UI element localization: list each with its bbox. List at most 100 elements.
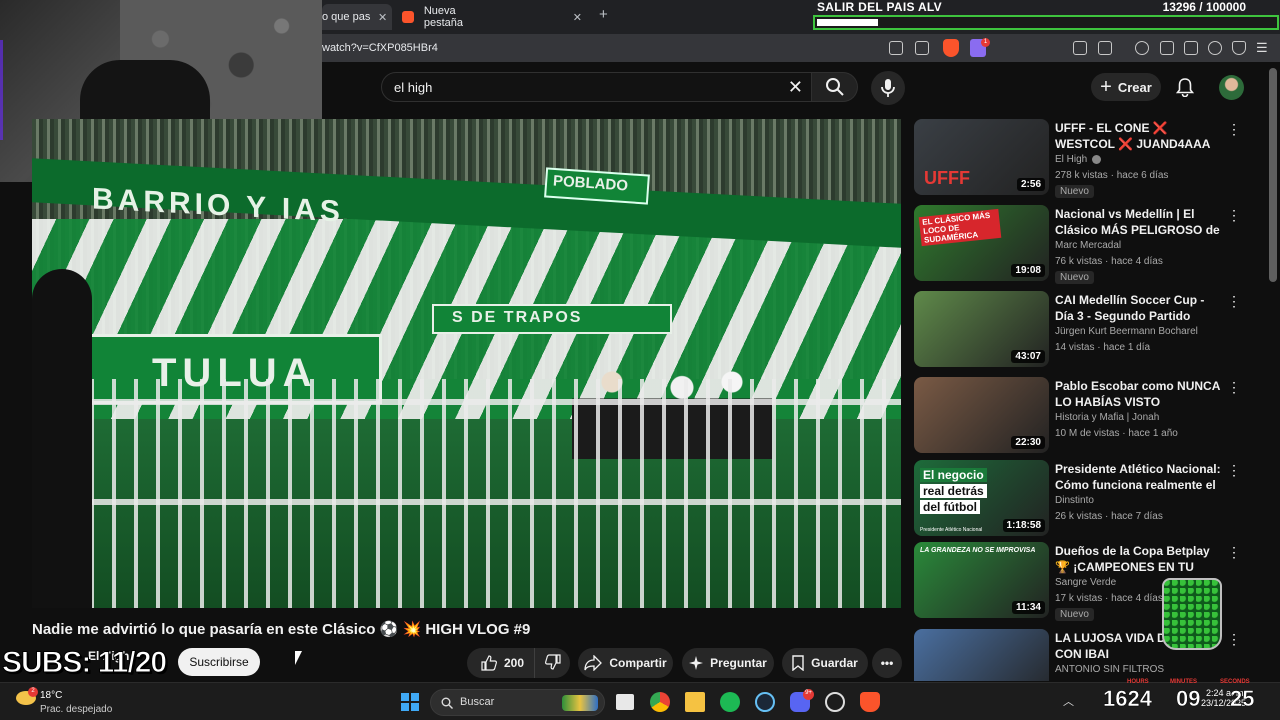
like-button[interactable]: 200 (467, 648, 535, 678)
share-button[interactable]: Compartir (578, 648, 673, 678)
video-title: Presidente Atlético Nacional: Cómo funci… (1055, 462, 1221, 492)
search-input[interactable]: el high (394, 80, 432, 95)
music-icon[interactable] (1135, 41, 1149, 55)
ask-label: Preguntar (710, 656, 767, 670)
video-meta: 17 k vistas · hace 4 días (1055, 593, 1163, 604)
more-actions-button[interactable]: ••• (872, 648, 902, 678)
search-icon (826, 78, 844, 96)
obs-icon[interactable] (825, 692, 845, 712)
tab-title: Nueva pestaña (423, 5, 463, 29)
save-button[interactable]: Guardar (782, 648, 868, 678)
new-badge: Nuevo (1055, 271, 1094, 284)
goal-overlay: SALIR DEL PAIS ALV 13296 / 100000 (813, 0, 1280, 33)
url-field[interactable]: watch?v=CfXP085HBr4 (322, 42, 438, 54)
more-vertical-icon[interactable]: ⋮ (1227, 207, 1241, 224)
more-vertical-icon[interactable]: ⋮ (1227, 293, 1241, 310)
person-foreground (32, 269, 92, 608)
thumbnail[interactable]: EL CLÁSICO MÁS LOCO DE SUDAMÉRICA 19:08 (914, 205, 1049, 281)
weather-badge: 2 (28, 687, 38, 697)
account-avatar[interactable] (1219, 75, 1244, 100)
extensions-icon[interactable] (1073, 41, 1087, 55)
thumbs-up-icon (481, 655, 497, 671)
recommendation-item[interactable]: 43:07 CAI Medellín Soccer Cup - Día 3 - … (914, 291, 1254, 369)
thumbnail[interactable]: LA GRANDEZA NO SE IMPROVISA 11:34 (914, 542, 1049, 618)
thumbnail-text: El negocio (920, 468, 987, 482)
thumbnail[interactable]: 43:07 (914, 291, 1049, 367)
recommendation-item[interactable]: EL CLÁSICO MÁS LOCO DE SUDAMÉRICA 19:08 … (914, 205, 1254, 284)
chrome-icon[interactable] (650, 692, 670, 712)
screenshot-icon[interactable] (1098, 41, 1112, 55)
taskbar-search[interactable]: Buscar (430, 689, 605, 716)
wallet-icon[interactable] (1184, 41, 1198, 55)
thumbnail[interactable]: UFFF 2:56 (914, 119, 1049, 195)
recommendation-item[interactable]: 22:30 Pablo Escobar como NUNCA LO HABÍAS… (914, 377, 1254, 455)
screen: o que pasó ✕ Nueva pestaña ✕ + SALIR DEL… (0, 0, 1280, 720)
thumbnail-text: real detrás (920, 484, 987, 498)
subs-overlay: SUBS: 11/20 (1, 646, 167, 680)
thumbnail[interactable]: 22:30 (914, 377, 1049, 453)
goal-count: 13296 / 100000 (1162, 0, 1246, 14)
notification-badge: 1 (981, 38, 990, 47)
subscribe-button[interactable]: Suscribirse (178, 648, 260, 676)
goal-progress-fill (817, 19, 878, 26)
taskbar-search-label: Buscar (460, 696, 495, 708)
weather-temperature[interactable]: 18°C (40, 690, 62, 701)
thumbnail[interactable]: El negocio real detrás del fútbol Presid… (914, 460, 1049, 536)
channel-name: ANTONIO SIN FILTROS (1055, 664, 1165, 675)
voice-search-button[interactable] (871, 71, 905, 105)
thumbnail[interactable] (914, 629, 1049, 681)
search-highlight-icon (562, 695, 598, 711)
close-tab-icon[interactable]: ✕ (378, 11, 387, 24)
video-meta: 26 k vistas · hace 7 días (1055, 511, 1163, 522)
weather-description[interactable]: Prac. despejado (40, 704, 112, 715)
verified-icon (1092, 154, 1102, 164)
like-dislike-group: 200 (467, 648, 570, 678)
duration-badge: 43:07 (1011, 350, 1045, 363)
cast-icon[interactable] (889, 41, 903, 55)
spotify-icon[interactable] (720, 692, 740, 712)
search-button[interactable] (812, 72, 858, 102)
tab-active[interactable]: o que pasó ✕ (322, 4, 392, 30)
more-vertical-icon[interactable]: ⋮ (1227, 544, 1241, 561)
duration-badge: 2:56 (1016, 178, 1045, 191)
more-vertical-icon[interactable]: ⋮ (1227, 462, 1241, 479)
brave-icon[interactable] (860, 692, 880, 712)
steam-icon[interactable] (755, 692, 775, 712)
file-explorer-icon[interactable] (685, 692, 705, 712)
windows-start-icon[interactable] (401, 693, 419, 711)
tray-chevron-up-icon[interactable]: ︿ (1063, 693, 1074, 709)
video-player[interactable]: BARRIO Y IAS POBLADO S DE TRAPOS TULUA (32, 119, 901, 608)
clear-search-icon[interactable]: ✕ (788, 77, 803, 98)
brave-shields-icon[interactable] (943, 39, 959, 57)
menu-icon[interactable]: ☰ (1256, 40, 1268, 56)
dislike-button[interactable] (535, 648, 570, 678)
new-tab-plus-icon[interactable]: + (599, 6, 608, 23)
bell-icon[interactable] (1176, 78, 1194, 97)
timer-hours-label: HOURS (1127, 679, 1149, 685)
sidebar-icon[interactable] (1160, 41, 1174, 55)
more-vertical-icon[interactable]: ⋮ (1227, 121, 1241, 138)
search-box[interactable]: el high ✕ (381, 72, 812, 102)
recommendation-item[interactable]: El negocio real detrás del fútbol Presid… (914, 460, 1254, 538)
vpn-icon[interactable] (1232, 41, 1246, 55)
scrollbar[interactable] (1269, 68, 1277, 282)
recommendation-item[interactable]: UFFF 2:56 UFFF - EL CONE ❌ WESTCOL ❌ JUA… (914, 119, 1254, 198)
plus-icon: + (1100, 76, 1112, 98)
create-button[interactable]: + Crear (1091, 73, 1161, 101)
ai-icon[interactable] (1208, 41, 1222, 55)
timer-seconds: 25 (1230, 686, 1255, 712)
video-meta: 14 vistas · hace 1 día (1055, 342, 1151, 353)
duration-badge: 22:30 (1011, 436, 1045, 449)
close-tab-icon[interactable]: ✕ (573, 11, 582, 24)
more-vertical-icon[interactable]: ⋮ (1227, 631, 1241, 648)
tab-new[interactable]: Nueva pestaña ✕ (402, 4, 582, 30)
channel-name: Sangre Verde (1055, 577, 1117, 588)
thumbnail-text: Presidente Atlético Nacional (920, 527, 983, 533)
taskbar: 2 18°C Prac. despejado Buscar 9+ ︿ 2:24 … (0, 682, 1280, 720)
ask-button[interactable]: Preguntar (682, 648, 774, 678)
more-vertical-icon[interactable]: ⋮ (1227, 379, 1241, 396)
thumbnail-text: EL CLÁSICO MÁS LOCO DE SUDAMÉRICA (918, 208, 1002, 247)
timer-hours: 1624 (1103, 686, 1152, 712)
share-page-icon[interactable] (915, 41, 929, 55)
task-view-icon[interactable] (616, 694, 634, 710)
